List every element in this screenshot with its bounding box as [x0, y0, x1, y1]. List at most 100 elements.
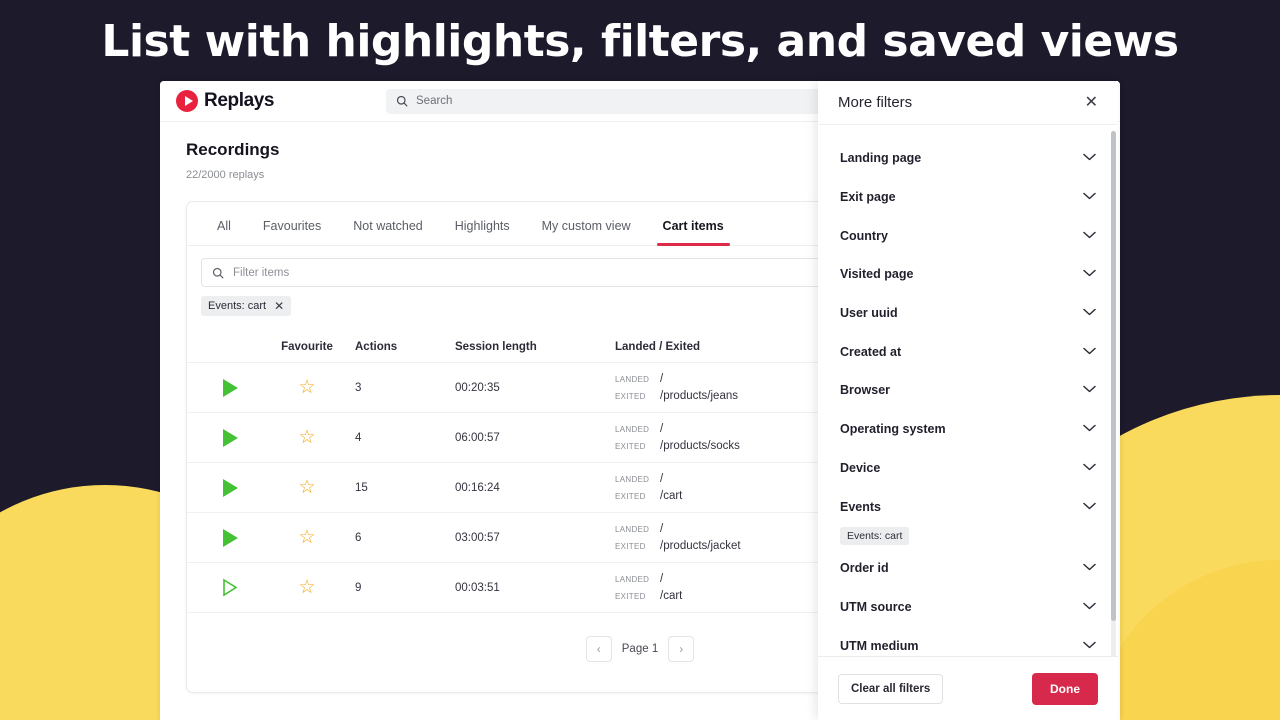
landed-label: LANDED: [615, 475, 650, 484]
chevron-down-icon[interactable]: [1083, 640, 1096, 652]
filter-item-label: Exit page: [840, 190, 896, 205]
logo-text: Replays: [204, 90, 275, 111]
star-icon[interactable]: ☆: [298, 428, 315, 447]
exited-label: EXITED: [615, 442, 646, 451]
col-actions: Actions: [355, 341, 398, 353]
exited-path: /products/socks: [660, 440, 740, 452]
filter-item-user-uuid[interactable]: User uuid: [818, 294, 1118, 333]
panel-header: More filters ✕: [818, 81, 1118, 125]
search-icon: [212, 267, 224, 278]
filter-item-events[interactable]: Events: [818, 487, 1118, 526]
panel-body: Landing page Exit page Country Visited page…: [818, 125, 1118, 656]
chevron-down-icon[interactable]: [1083, 346, 1096, 358]
chevron-down-icon[interactable]: [1083, 601, 1096, 613]
favourite-cell[interactable]: ☆: [259, 478, 355, 497]
prev-page-button[interactable]: ‹: [585, 635, 612, 662]
tab-cart-items[interactable]: Cart items: [647, 219, 740, 246]
filter-item-visited-page[interactable]: Visited page: [818, 255, 1118, 294]
more-filters-panel: More filters ✕ Landing page Exit page Coun…: [818, 81, 1118, 720]
filter-item-landing-page[interactable]: Landing page: [818, 139, 1118, 178]
session-length: 00:16:24: [455, 481, 500, 494]
chevron-down-icon[interactable]: [1083, 191, 1096, 203]
filter-item-label: Visited page: [840, 267, 914, 282]
filter-item-label: Landing page: [840, 151, 922, 166]
play-cell[interactable]: [201, 528, 259, 547]
session-length: 00:20:35: [455, 381, 500, 394]
chip-remove-icon[interactable]: ✕: [274, 300, 284, 312]
session-length: 03:00:57: [455, 531, 500, 544]
tab-all[interactable]: All: [201, 219, 247, 245]
actions-count: 3: [355, 381, 362, 394]
filter-item-label: UTM medium: [840, 638, 919, 653]
play-cell[interactable]: [201, 428, 259, 447]
play-cell[interactable]: [201, 578, 259, 597]
chevron-down-icon[interactable]: [1083, 462, 1096, 474]
play-icon[interactable]: [222, 428, 238, 447]
landed-path: /: [660, 473, 664, 485]
filter-item-device[interactable]: Device: [818, 449, 1118, 488]
session-length: 06:00:57: [455, 431, 500, 444]
landed-label: LANDED: [615, 575, 650, 584]
star-icon[interactable]: ☆: [298, 378, 315, 397]
filter-item-utm-source[interactable]: UTM source: [818, 588, 1118, 627]
filter-item-label: Device: [840, 460, 881, 475]
tab-not-watched[interactable]: Not watched: [337, 219, 438, 245]
chevron-down-icon[interactable]: [1083, 268, 1096, 280]
chevron-down-icon[interactable]: [1083, 384, 1096, 396]
filter-item-country[interactable]: Country: [818, 216, 1118, 255]
tab-favourites[interactable]: Favourites: [247, 219, 337, 245]
panel-scrollbar-thumb[interactable]: [1111, 131, 1116, 621]
landed-path: /: [660, 573, 664, 585]
panel-scrollbar[interactable]: [1111, 131, 1116, 656]
page-label: Page 1: [621, 642, 659, 655]
actions-count: 6: [355, 531, 362, 544]
chevron-down-icon[interactable]: [1083, 501, 1096, 513]
chevron-down-icon[interactable]: [1083, 562, 1096, 574]
chevron-down-icon[interactable]: [1083, 423, 1096, 435]
filter-item-browser[interactable]: Browser: [818, 371, 1118, 410]
page-headline: List with highlights, filters, and saved…: [101, 16, 1179, 67]
filter-item-order-id[interactable]: Order id: [818, 549, 1118, 588]
star-icon[interactable]: ☆: [298, 578, 315, 597]
play-cell[interactable]: [201, 378, 259, 397]
landed-label: LANDED: [615, 375, 650, 384]
active-filter-chip[interactable]: Events: cart ✕: [201, 296, 292, 316]
tab-my-custom-view[interactable]: My custom view: [526, 219, 647, 245]
play-outline-icon[interactable]: [222, 578, 238, 597]
clear-all-filters-button[interactable]: Clear all filters: [838, 673, 944, 704]
filter-item-label: Events: [840, 499, 881, 514]
chevron-down-icon[interactable]: [1083, 152, 1096, 164]
favourite-cell[interactable]: ☆: [259, 578, 355, 597]
chip-label: Events: cart: [208, 300, 267, 312]
favourite-cell[interactable]: ☆: [259, 378, 355, 397]
filter-item-label: Browser: [840, 383, 891, 398]
filter-item-label: User uuid: [840, 306, 898, 321]
app-logo[interactable]: Replays: [176, 90, 376, 112]
star-icon[interactable]: ☆: [298, 528, 315, 547]
actions-count: 15: [355, 481, 368, 494]
exited-path: /cart: [660, 590, 683, 602]
search-icon: [396, 95, 408, 107]
filter-item-chip[interactable]: Events: cart: [840, 526, 910, 545]
star-icon[interactable]: ☆: [298, 478, 315, 497]
filter-placeholder: Filter items: [233, 266, 290, 279]
play-cell[interactable]: [201, 478, 259, 497]
done-button[interactable]: Done: [1032, 672, 1098, 705]
filter-item-exit-page[interactable]: Exit page: [818, 178, 1118, 217]
chevron-down-icon[interactable]: [1083, 307, 1096, 319]
favourite-cell[interactable]: ☆: [259, 528, 355, 547]
next-page-button[interactable]: ›: [668, 635, 695, 662]
favourite-cell[interactable]: ☆: [259, 428, 355, 447]
filter-item-created-at[interactable]: Created at: [818, 332, 1118, 371]
landed-path: /: [660, 523, 664, 535]
search-placeholder: Search: [416, 95, 453, 107]
tab-highlights[interactable]: Highlights: [439, 219, 526, 245]
play-icon[interactable]: [222, 478, 238, 497]
exited-path: /cart: [660, 490, 683, 502]
close-icon[interactable]: ✕: [1085, 94, 1098, 111]
play-icon[interactable]: [222, 528, 238, 547]
chevron-down-icon[interactable]: [1083, 230, 1096, 242]
filter-item-utm-medium[interactable]: UTM medium: [818, 626, 1118, 656]
filter-item-operating-system[interactable]: Operating system: [818, 410, 1118, 449]
play-icon[interactable]: [222, 378, 238, 397]
